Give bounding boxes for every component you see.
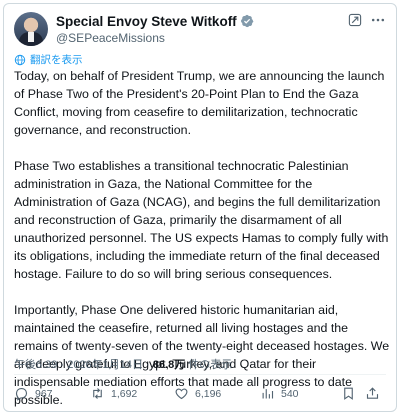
bookmark-button[interactable] [341,386,362,401]
bookmark-icon [344,387,353,400]
retweet-icon [93,388,102,399]
translate-label[interactable]: 翻訳を表示 [30,52,83,67]
share-button[interactable] [365,386,386,401]
heart-icon [175,388,188,400]
avatar-shirt [28,32,34,42]
tweet-meta: 午後6:39 · 2026年1月14日 · 86.8万 件の表示 [14,356,232,372]
meta-separator: · [57,359,68,371]
tweet-paragraph: Today, on behalf of President Trump, we … [14,69,385,137]
retweet-count: 1,692 [111,387,138,400]
views-label: 件の表示 [185,359,233,371]
author-block: Special Envoy Steve Witkoff @SEPeaceMiss… [56,13,254,45]
tweet-card: Special Envoy Steve Witkoff @SEPeaceMiss… [3,3,397,412]
views-count[interactable]: 86.8万 [153,359,185,371]
tweet-paragraph: Phase Two establishes a transitional tec… [14,159,389,281]
views-button[interactable]: 540 [260,386,299,401]
translate-link[interactable]: 翻訳を表示 [14,52,83,67]
tweet-header: Special Envoy Steve Witkoff @SEPeaceMiss… [14,12,386,46]
government-verified-badge-icon[interactable] [240,14,254,28]
reply-icon [15,387,28,401]
share-icon [366,387,379,399]
meta-separator: · [143,359,153,371]
author-display-name[interactable]: Special Envoy Steve Witkoff [56,14,237,29]
name-row: Special Envoy Steve Witkoff [56,13,254,29]
action-bar: 967 1,692 6,196 540 [14,386,386,406]
divider [14,374,386,375]
more-horizontal-icon[interactable] [370,13,386,27]
grok-icon[interactable] [348,13,362,27]
retweet-button[interactable]: 1,692 [90,386,137,401]
author-handle[interactable]: @SEPeaceMissions [56,31,254,45]
like-count: 6,196 [195,387,222,400]
translate-globe-icon [14,54,26,65]
views-chart-icon [262,389,274,399]
tweet-date[interactable]: 2026年1月14日 [67,359,143,371]
reply-button[interactable]: 967 [14,386,53,401]
avatar[interactable] [14,12,48,46]
like-button[interactable]: 6,196 [174,386,221,401]
reply-count: 967 [35,387,53,400]
tweet-time[interactable]: 午後6:39 [14,359,57,371]
views-action-count: 540 [281,387,299,400]
